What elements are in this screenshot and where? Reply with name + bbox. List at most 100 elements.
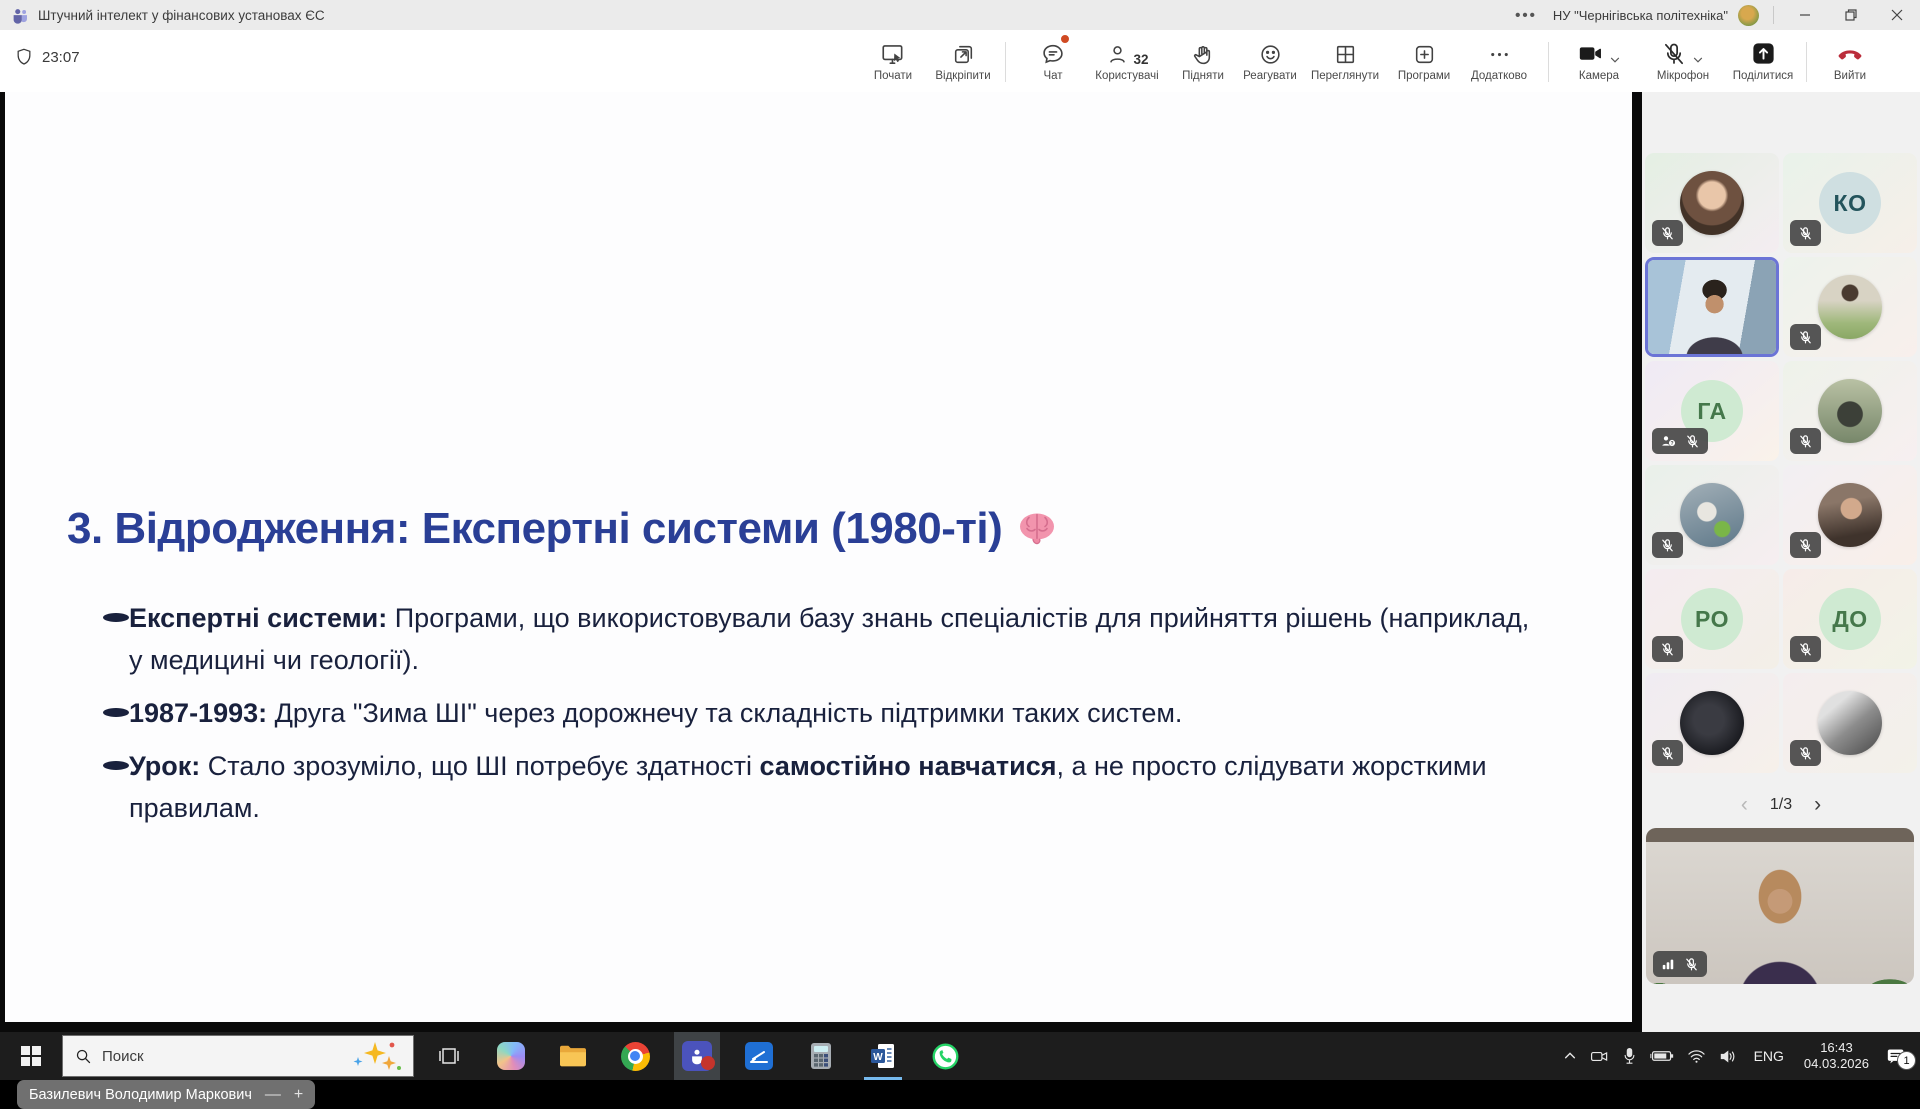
- chat-notification-dot: [1060, 34, 1070, 44]
- presentation-slide: 3. Відродження: Експертні системи (1980-…: [5, 92, 1632, 1022]
- smiley-icon: [1258, 37, 1283, 67]
- mic-muted-icon: [1798, 642, 1813, 657]
- language-indicator[interactable]: ENG: [1751, 1048, 1787, 1064]
- participant-tile[interactable]: [1645, 673, 1779, 773]
- copilot-app-icon[interactable]: [488, 1032, 534, 1080]
- bullet-marker: [103, 761, 129, 770]
- microphone-button[interactable]: Мікрофон: [1640, 37, 1726, 82]
- participant-tile[interactable]: [1783, 673, 1917, 773]
- avatar: [1818, 483, 1882, 547]
- participants-button[interactable]: 32 Користувачі: [1089, 37, 1165, 82]
- initials-avatar: ДО: [1819, 588, 1881, 650]
- view-button[interactable]: Переглянути: [1311, 37, 1379, 82]
- status-badges: [1652, 740, 1683, 766]
- microphone-dropdown-icon[interactable]: [1691, 53, 1705, 67]
- leave-button[interactable]: Вийти: [1816, 37, 1884, 82]
- tray-date: 04.03.2026: [1804, 1056, 1869, 1071]
- tray-wifi-icon[interactable]: [1687, 1048, 1706, 1064]
- participant-tile[interactable]: [1645, 465, 1779, 565]
- tray-battery-icon[interactable]: [1650, 1048, 1674, 1064]
- next-page-icon[interactable]: ›: [1814, 792, 1821, 818]
- mic-muted-icon: [1660, 226, 1675, 241]
- mic-muted-icon: [1660, 642, 1675, 657]
- calculator-app-icon[interactable]: [798, 1032, 844, 1080]
- zoom-in-button[interactable]: +: [294, 1086, 303, 1104]
- participant-tile[interactable]: [1783, 465, 1917, 565]
- svg-text:?: ?: [1670, 441, 1673, 447]
- camera-dropdown-icon[interactable]: [1608, 53, 1622, 67]
- bullet-item: Експертні системи: Програми, що використ…: [103, 597, 1533, 681]
- camera-button[interactable]: Камера: [1560, 37, 1638, 82]
- close-button[interactable]: [1874, 0, 1920, 30]
- mic-muted-icon: [1798, 434, 1813, 449]
- titlebar-more-icon[interactable]: •••: [1515, 7, 1537, 24]
- active-speaker-tile[interactable]: [1645, 257, 1779, 357]
- participant-tile[interactable]: [1783, 361, 1917, 461]
- notification-center-icon[interactable]: 1: [1886, 1047, 1912, 1065]
- tray-clock[interactable]: 16:43 04.03.2026: [1800, 1040, 1873, 1072]
- word-app-icon[interactable]: W: [860, 1032, 906, 1080]
- restore-button[interactable]: [1828, 0, 1874, 30]
- status-badges: [1790, 428, 1821, 454]
- plus-square-icon: [1412, 37, 1437, 67]
- window-titlebar: Штучний інтелект у фінансових установах …: [0, 0, 1920, 30]
- mic-muted-icon: [1660, 538, 1675, 553]
- account-name: НУ "Чернігівська політехніка": [1553, 8, 1728, 23]
- tray-volume-icon[interactable]: [1719, 1048, 1738, 1065]
- taskbar-search[interactable]: [62, 1035, 414, 1077]
- chrome-app-icon[interactable]: [612, 1032, 658, 1080]
- screen-share-icon: [880, 37, 906, 67]
- ellipsis-icon: [1487, 37, 1512, 67]
- apps-button[interactable]: Програми: [1390, 37, 1458, 82]
- notification-count-badge: 1: [1897, 1051, 1916, 1070]
- share-icon: [1750, 37, 1777, 67]
- recording-dot: [701, 1056, 715, 1070]
- file-explorer-icon[interactable]: [550, 1032, 596, 1080]
- status-badges: ?: [1652, 428, 1708, 454]
- avatar: [1680, 483, 1744, 547]
- raise-hand-icon: [1191, 37, 1216, 67]
- hangup-icon: [1836, 37, 1864, 67]
- avatar: [1680, 691, 1744, 755]
- participant-tile[interactable]: РО: [1645, 569, 1779, 669]
- search-input[interactable]: [100, 1047, 314, 1066]
- zoom-out-button[interactable]: —: [265, 1086, 281, 1104]
- unpin-button[interactable]: Відкріпити: [929, 37, 997, 82]
- search-icon: [75, 1048, 92, 1065]
- task-view-button[interactable]: [426, 1032, 472, 1080]
- share-button[interactable]: Поділитися: [1726, 37, 1800, 82]
- participant-tile[interactable]: ДО: [1783, 569, 1917, 669]
- mic-muted-icon: [1798, 226, 1813, 241]
- more-button[interactable]: Додатково: [1465, 37, 1533, 82]
- start-present-button[interactable]: Почати: [859, 37, 927, 82]
- previous-page-icon[interactable]: ‹: [1741, 792, 1748, 818]
- avatar: [1818, 691, 1882, 755]
- mic-muted-icon: [1685, 434, 1700, 449]
- tray-camera-icon[interactable]: [1590, 1048, 1609, 1065]
- status-badges: [1652, 532, 1683, 558]
- status-badges: [1790, 636, 1821, 662]
- toolbar-divider: [1806, 42, 1807, 82]
- react-button[interactable]: Реагувати: [1236, 37, 1304, 82]
- participant-tile[interactable]: КО: [1783, 153, 1917, 253]
- tray-expand-icon[interactable]: [1563, 1049, 1577, 1063]
- participant-tile[interactable]: [1645, 153, 1779, 253]
- participant-tile[interactable]: ГА?: [1645, 361, 1779, 461]
- start-button[interactable]: [0, 1032, 62, 1080]
- shared-screen-stage: 3. Відродження: Експертні системи (1980-…: [0, 92, 1642, 1032]
- account-avatar[interactable]: [1738, 5, 1759, 26]
- whatsapp-app-icon[interactable]: [922, 1032, 968, 1080]
- tray-microphone-icon[interactable]: [1622, 1047, 1637, 1065]
- chat-button[interactable]: Чат: [1019, 37, 1087, 82]
- scanner-app-icon[interactable]: [736, 1032, 782, 1080]
- video-feed: [1648, 260, 1776, 354]
- svg-text:W: W: [873, 1052, 883, 1063]
- teams-app-taskbar-icon[interactable]: [674, 1032, 720, 1080]
- main-speaker-tile[interactable]: [1646, 828, 1914, 984]
- raise-hand-button[interactable]: Підняти: [1169, 37, 1237, 82]
- mic-muted-icon: [1798, 538, 1813, 553]
- participant-tile[interactable]: [1783, 257, 1917, 357]
- popout-icon: [951, 37, 976, 67]
- minimize-button[interactable]: [1782, 0, 1828, 30]
- bullet-marker: [103, 708, 129, 717]
